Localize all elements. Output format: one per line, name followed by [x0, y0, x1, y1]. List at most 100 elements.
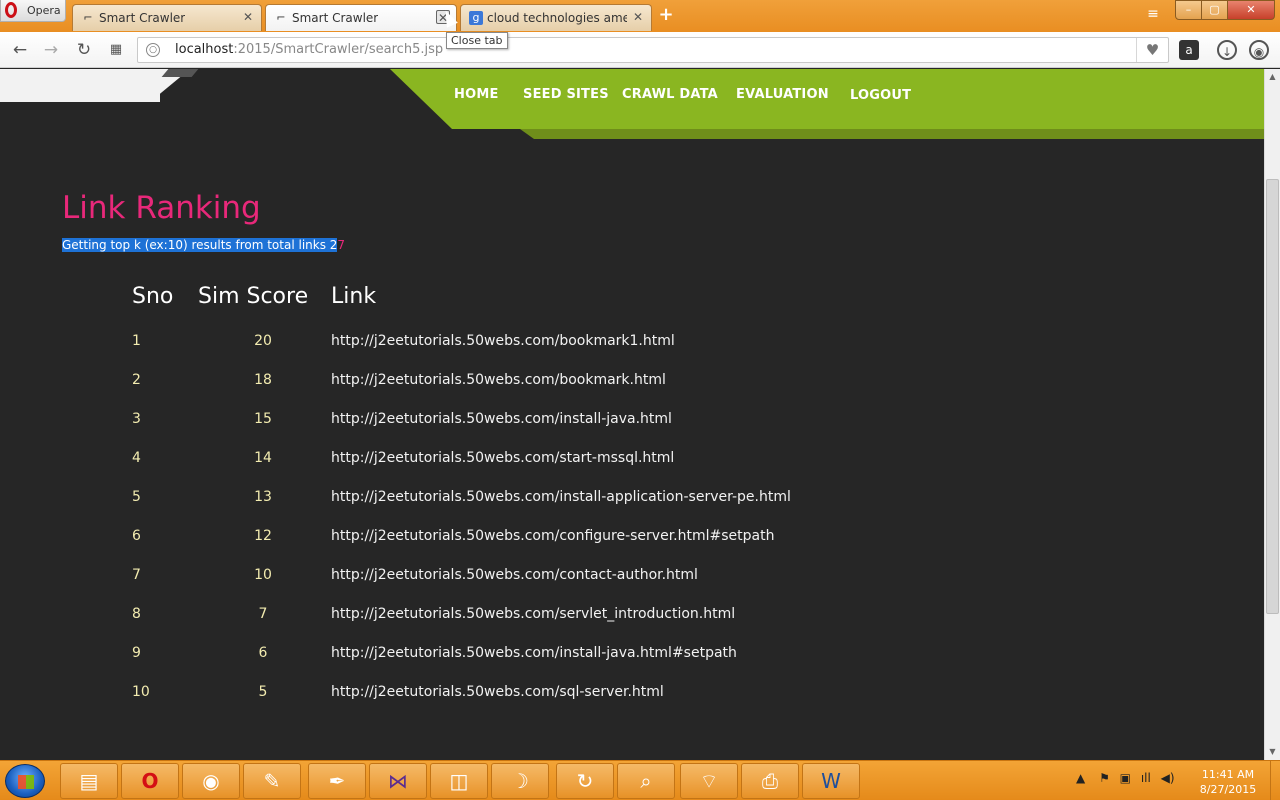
row-sno: 4: [132, 450, 141, 466]
start-button[interactable]: [5, 764, 45, 798]
sync-icon[interactable]: ↻: [556, 763, 614, 799]
tab-smart-crawler-2[interactable]: ⌐ Smart Crawler ✕: [265, 4, 457, 31]
reload-icon[interactable]: ↻: [73, 39, 95, 61]
clock-date: 8/27/2015: [1199, 783, 1257, 796]
word-icon[interactable]: W: [802, 763, 860, 799]
signal-icon[interactable]: ıll: [1141, 771, 1151, 785]
tab-label: Smart Crawler: [99, 11, 186, 25]
nav-evaluation[interactable]: EVALUATION: [736, 87, 829, 102]
dolphin-icon[interactable]: ☽: [491, 763, 549, 799]
bookmark-heart-icon[interactable]: ♥: [1136, 38, 1168, 62]
tab-menu-icon[interactable]: ≡: [1144, 6, 1162, 24]
logo-edge: [161, 69, 199, 77]
vertical-scrollbar[interactable]: ▲ ▼: [1264, 69, 1280, 760]
volume-icon[interactable]: ◀): [1161, 771, 1175, 785]
row-link[interactable]: http://j2eetutorials.50webs.com/install-…: [331, 411, 672, 427]
row-link[interactable]: http://j2eetutorials.50webs.com/contact-…: [331, 567, 698, 583]
table-row: 8 7 http://j2eetutorials.50webs.com/serv…: [0, 606, 1264, 626]
address-bar[interactable]: ○ localhost:2015/SmartCrawler/search5.js…: [137, 37, 1169, 63]
system-clock[interactable]: 11:41 AM 8/27/2015: [1196, 767, 1260, 797]
search-doc-icon[interactable]: ⌕: [617, 763, 675, 799]
show-desktop-button[interactable]: [1270, 761, 1280, 800]
opera-logo-icon: [5, 2, 17, 18]
close-tab-icon[interactable]: ✕: [241, 10, 255, 24]
wifi-icon[interactable]: ⌔: [680, 763, 738, 799]
tab-google-search[interactable]: g cloud technologies amee ✕: [460, 4, 652, 31]
row-link[interactable]: http://j2eetutorials.50webs.com/install-…: [331, 489, 791, 505]
amazon-extension-icon[interactable]: a: [1179, 40, 1199, 60]
row-sno: 10: [132, 684, 150, 700]
close-tab-icon[interactable]: ✕: [631, 10, 645, 24]
row-link[interactable]: http://j2eetutorials.50webs.com/bookmark…: [331, 333, 675, 349]
user-icon[interactable]: ◉: [1249, 40, 1269, 60]
row-sno: 5: [132, 489, 141, 505]
window-close-button[interactable]: ✕: [1227, 0, 1275, 20]
row-score: 18: [254, 372, 272, 388]
tab-strip: Opera ⌐ Smart Crawler ✕ ⌐ Smart Crawler …: [0, 0, 1280, 32]
minimize-button[interactable]: –: [1175, 0, 1202, 20]
row-link[interactable]: http://j2eetutorials.50webs.com/servlet_…: [331, 606, 735, 622]
back-icon[interactable]: ←: [9, 39, 31, 61]
nav-seed-sites[interactable]: SEED SITES: [523, 87, 609, 102]
system-tray: ▲ ⚑ ▣ ıll ◀): [1076, 771, 1175, 785]
table-row: 6 12 http://j2eetutorials.50webs.com/con…: [0, 528, 1264, 548]
url-text: localhost:2015/SmartCrawler/search5.jsp: [175, 42, 443, 57]
explorer-icon[interactable]: ▤: [60, 763, 118, 799]
action-center-flag-icon[interactable]: ⚑: [1099, 771, 1110, 785]
row-link[interactable]: http://j2eetutorials.50webs.com/install-…: [331, 645, 737, 661]
row-score: 14: [254, 450, 272, 466]
maximize-button[interactable]: ▢: [1201, 0, 1228, 20]
table-row: 10 5 http://j2eetutorials.50webs.com/sql…: [0, 684, 1264, 704]
forward-icon[interactable]: →: [40, 39, 62, 61]
nav-crawl-data[interactable]: CRAWL DATA: [622, 87, 718, 102]
column-header-sim-score: Sim Score: [198, 284, 309, 309]
paint-icon[interactable]: ✎: [243, 763, 301, 799]
tab-label: Smart Crawler: [292, 11, 379, 25]
table-row: 7 10 http://j2eetutorials.50webs.com/con…: [0, 567, 1264, 587]
network-device-icon[interactable]: ▣: [1120, 771, 1131, 785]
scroll-down-icon[interactable]: ▼: [1265, 744, 1280, 760]
page-title: Link Ranking: [62, 190, 261, 226]
table-row: 5 13 http://j2eetutorials.50webs.com/ins…: [0, 489, 1264, 509]
row-link[interactable]: http://j2eetutorials.50webs.com/sql-serv…: [331, 684, 664, 700]
camera-icon[interactable]: ◫: [430, 763, 488, 799]
nav-logout[interactable]: LOGOUT: [850, 88, 911, 103]
opera-menu-button[interactable]: Opera: [0, 0, 66, 22]
pdf-icon[interactable]: ⎙: [741, 763, 799, 799]
table-row: 9 6 http://j2eetutorials.50webs.com/inst…: [0, 645, 1264, 665]
row-score: 5: [258, 684, 268, 700]
row-link[interactable]: http://j2eetutorials.50webs.com/bookmark…: [331, 372, 666, 388]
row-sno: 6: [132, 528, 141, 544]
chrome-icon[interactable]: ◉: [182, 763, 240, 799]
column-header-link: Link: [331, 284, 377, 309]
visual-studio-icon[interactable]: ⋈: [369, 763, 427, 799]
feather-icon[interactable]: ✒: [308, 763, 366, 799]
scroll-thumb[interactable]: [1266, 179, 1279, 614]
new-tab-button[interactable]: +: [657, 6, 675, 24]
nav-home[interactable]: HOME: [454, 87, 499, 102]
row-score: 6: [258, 645, 268, 661]
page-content: HOME SEED SITES CRAWL DATA EVALUATION LO…: [0, 69, 1264, 760]
tab-smart-crawler-1[interactable]: ⌐ Smart Crawler ✕: [72, 4, 262, 31]
tray-expand-icon[interactable]: ▲: [1076, 771, 1085, 785]
close-tab-tooltip: Close tab: [446, 32, 508, 49]
site-info-icon[interactable]: ○: [146, 43, 160, 57]
windows-taskbar: ▤ O ◉ ✎ ✒ ⋈ ◫ ☽ ↻ ⌕ ⌔ ⎙ W ▲ ⚑ ▣ ıll ◀) 1…: [0, 760, 1280, 800]
row-sno: 2: [132, 372, 141, 388]
crawler-favicon-icon: ⌐: [276, 11, 286, 24]
crawler-favicon-icon: ⌐: [83, 11, 93, 24]
main-nav: HOME SEED SITES CRAWL DATA EVALUATION LO…: [390, 69, 1264, 129]
table-row: 3 15 http://j2eetutorials.50webs.com/ins…: [0, 411, 1264, 431]
table-row: 2 18 http://j2eetutorials.50webs.com/boo…: [0, 372, 1264, 392]
browser-toolbar: ← → ↻ ▦ ○ localhost:2015/SmartCrawler/se…: [0, 32, 1280, 68]
row-link[interactable]: http://j2eetutorials.50webs.com/configur…: [331, 528, 774, 544]
tab-label: cloud technologies amee: [487, 11, 627, 25]
opera-menu-label: Opera: [27, 4, 61, 17]
row-score: 20: [254, 333, 272, 349]
row-link[interactable]: http://j2eetutorials.50webs.com/start-ms…: [331, 450, 674, 466]
speed-dial-icon[interactable]: ▦: [105, 39, 127, 61]
row-sno: 3: [132, 411, 141, 427]
opera-icon[interactable]: O: [121, 763, 179, 799]
scroll-up-icon[interactable]: ▲: [1265, 69, 1280, 85]
download-icon[interactable]: ↓: [1217, 40, 1237, 60]
